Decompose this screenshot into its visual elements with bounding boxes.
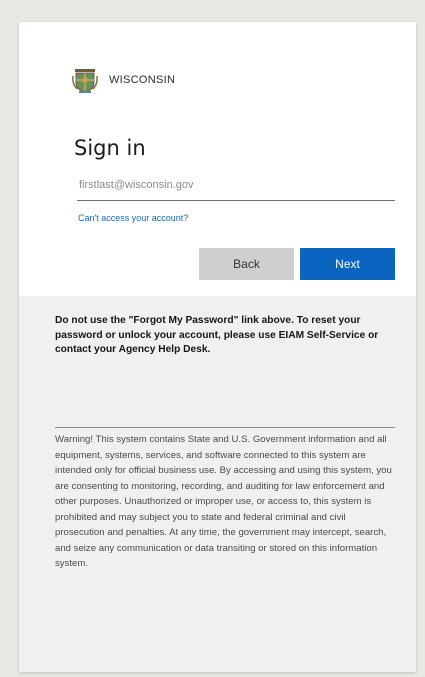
- org-branding: WISCONSIN: [71, 63, 175, 97]
- next-button[interactable]: Next: [300, 248, 395, 280]
- back-button[interactable]: Back: [199, 248, 294, 280]
- org-name: WISCONSIN: [109, 74, 176, 86]
- signin-card: WISCONSIN Sign in Can't access your acco…: [19, 22, 416, 672]
- cant-access-account-link[interactable]: Can't access your account?: [78, 213, 188, 223]
- email-field[interactable]: [77, 170, 395, 201]
- divider: [55, 427, 395, 428]
- signin-panel: WISCONSIN Sign in Can't access your acco…: [19, 22, 416, 266]
- page-title: Sign in: [74, 136, 146, 160]
- notice-panel: Do not use the "Forgot My Password" link…: [19, 296, 416, 672]
- wisconsin-seal-icon: [71, 66, 99, 94]
- security-warning: Warning! This system contains State and …: [55, 434, 392, 569]
- password-notice: Do not use the "Forgot My Password" link…: [55, 315, 379, 356]
